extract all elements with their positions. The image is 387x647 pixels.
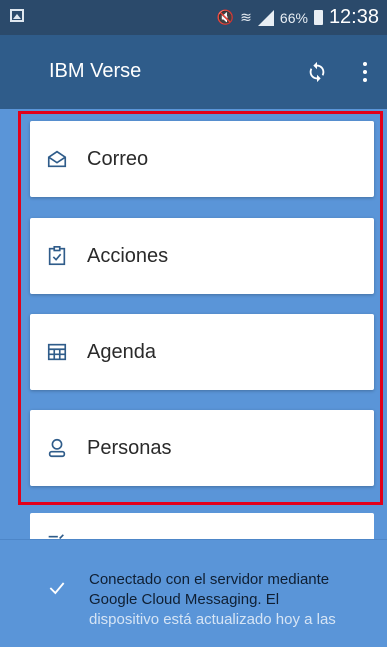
clipboard-check-icon <box>45 244 69 268</box>
signal-icon <box>257 9 274 26</box>
person-icon <box>45 436 69 460</box>
menu-card-label: Personas <box>87 436 172 459</box>
check-icon <box>49 582 65 595</box>
menu-card-label: Acciones <box>87 244 169 267</box>
toast-line-2: Google Cloud Messaging. El <box>89 591 280 608</box>
image-notification-icon <box>10 9 24 22</box>
battery-percent: 66% <box>279 9 308 26</box>
battery-icon <box>313 10 323 25</box>
status-bar: 🔇 ≋ 66% 12:38 <box>0 0 387 35</box>
notification-toast: Conectado con el servidor mediante Googl… <box>0 539 387 647</box>
toast-line-1: Conectado con el servidor mediante <box>89 571 330 588</box>
envelope-open-icon <box>45 147 69 171</box>
overflow-menu-button[interactable] <box>355 55 375 89</box>
menu-card-correo[interactable]: Correo <box>30 121 374 197</box>
menu-card-personas[interactable]: Personas <box>30 410 374 486</box>
mute-icon: 🔇 <box>216 9 235 25</box>
sync-button[interactable] <box>300 55 334 89</box>
clock: 12:38 <box>328 6 379 28</box>
status-icons: 🔇 ≋ 66% 12:38 <box>217 6 379 29</box>
calendar-grid-icon <box>45 340 69 364</box>
menu-card-label: Correo <box>87 147 149 170</box>
menu-card-acciones[interactable]: Acciones <box>30 218 374 294</box>
app-title: IBM Verse <box>49 60 142 82</box>
menu-card-label: Agenda <box>87 340 156 363</box>
app-bar: IBM Verse <box>0 35 387 109</box>
sync-icon <box>309 61 325 83</box>
toast-line-3: dispositivo está actualizado hoy a las <box>89 611 336 628</box>
menu-card-agenda[interactable]: Agenda <box>30 314 374 390</box>
wifi-icon: ≋ <box>240 9 252 25</box>
toast-message: Conectado con el servidor mediante Googl… <box>89 570 369 630</box>
